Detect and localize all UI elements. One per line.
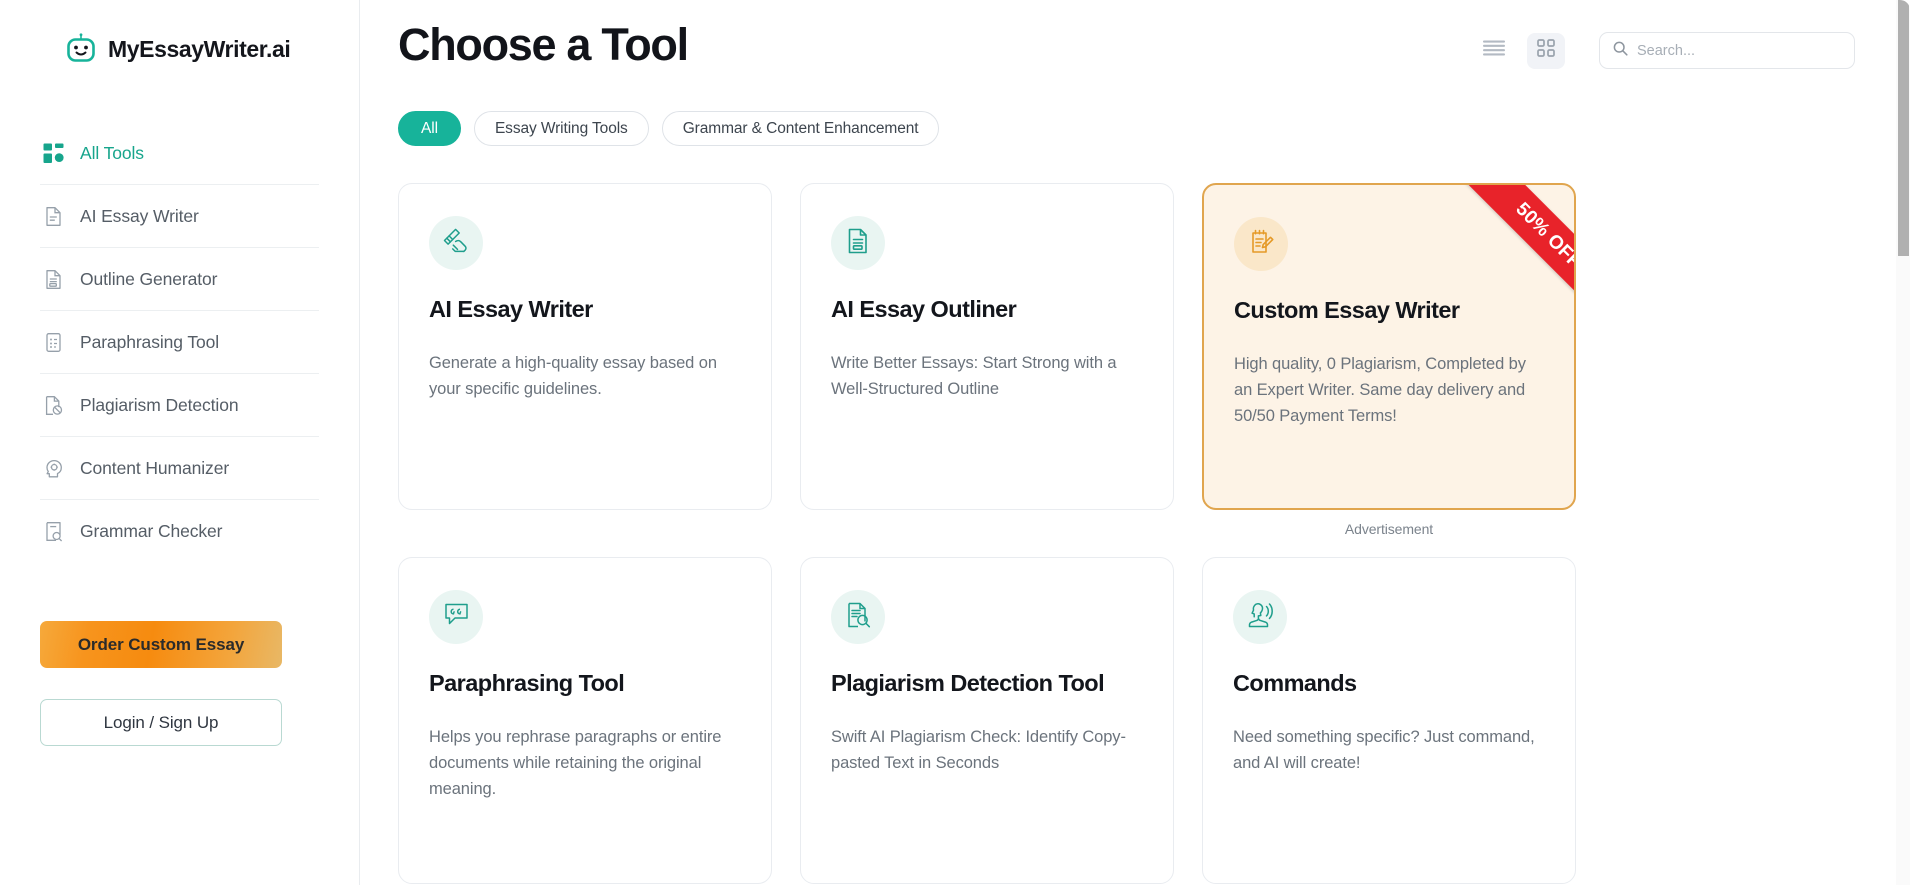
sidebar-item-label: Paraphrasing Tool (80, 331, 220, 352)
ribbon-label: 50% OFF (1511, 198, 1576, 273)
card-title: Custom Essay Writer (1234, 297, 1460, 323)
document-outline-icon (42, 268, 65, 291)
document-outline-icon (844, 227, 872, 260)
sidebar-item-all-tools[interactable]: All Tools (40, 122, 319, 185)
card-slot: AI Essay Outliner Write Better Essays: S… (800, 183, 1174, 537)
app-window: MyEssayWriter.ai All Tools AI Essay Writ… (0, 0, 1910, 885)
speech-bubble-quote-icon (442, 600, 471, 634)
filter-pill-all[interactable]: All (398, 111, 461, 146)
head-gear-icon (42, 457, 65, 480)
card-slot: AI Essay Writer Generate a high-quality … (398, 183, 772, 537)
tool-card-commands[interactable]: Commands Need something specific? Just c… (1202, 557, 1576, 884)
tool-card-ai-essay-writer[interactable]: AI Essay Writer Generate a high-quality … (398, 183, 772, 510)
sidebar: MyEssayWriter.ai All Tools AI Essay Writ… (0, 0, 360, 885)
card-icon-badge (831, 216, 885, 270)
sidebar-item-content-humanizer[interactable]: Content Humanizer (40, 437, 319, 500)
card-slot-advertisement: 50% OFF Custom Essay Writer High quality… (1202, 183, 1576, 537)
card-description: Helps you rephrase paragraphs or entire … (429, 728, 722, 799)
order-custom-essay-button[interactable]: Order Custom Essay (40, 621, 282, 668)
card-icon-badge (1233, 590, 1287, 644)
card-title: Commands (1233, 670, 1357, 696)
card-icon-badge (1234, 217, 1288, 271)
sidebar-item-label: Plagiarism Detection (80, 394, 239, 415)
document-magnifier-icon (844, 601, 872, 634)
notepad-pencil-icon (1247, 228, 1275, 261)
card-description: Swift AI Plagiarism Check: Identify Copy… (831, 728, 1126, 773)
sidebar-item-plagiarism-detection[interactable]: Plagiarism Detection (40, 374, 319, 437)
document-dots-icon (42, 331, 65, 354)
card-icon-badge (831, 590, 885, 644)
scrollbar-thumb[interactable] (1898, 0, 1909, 256)
sidebar-item-label: All Tools (80, 142, 144, 163)
page-scrollbar[interactable] (1896, 0, 1910, 885)
advertisement-label: Advertisement (1344, 521, 1434, 537)
tool-card-custom-essay-writer[interactable]: 50% OFF Custom Essay Writer High quality… (1202, 183, 1576, 510)
login-signup-button[interactable]: Login / Sign Up (40, 699, 282, 746)
person-speaking-icon (1246, 600, 1275, 634)
sidebar-item-label: AI Essay Writer (80, 205, 199, 226)
robot-icon (67, 33, 95, 62)
card-description: Write Better Essays: Start Strong with a… (831, 354, 1117, 399)
card-title: AI Essay Writer (429, 296, 593, 322)
sidebar-cta-group: Order Custom Essay Login / Sign Up (40, 621, 319, 746)
card-icon-badge (429, 590, 483, 644)
search-box[interactable] (1599, 32, 1855, 69)
page-title: Choose a Tool (398, 19, 689, 70)
page-header: Choose a Tool (398, 0, 1855, 72)
card-title: Plagiarism Detection Tool (831, 670, 1105, 696)
card-icon-badge (429, 216, 483, 270)
filter-pill-essay-writing-tools[interactable]: Essay Writing Tools (473, 111, 649, 146)
search-icon (1613, 41, 1628, 61)
filter-pill-grammar-content-enhancement[interactable]: Grammar & Content Enhancement (661, 111, 940, 146)
sidebar-nav: All Tools AI Essay Writer Outline Genera… (40, 122, 319, 563)
header-controls (1475, 18, 1855, 69)
card-title: Paraphrasing Tool (429, 670, 625, 696)
tool-card-paraphrasing-tool[interactable]: Paraphrasing Tool Helps you rephrase par… (398, 557, 772, 884)
card-description: Need something specific? Just command, a… (1233, 728, 1535, 773)
list-view-button[interactable] (1475, 33, 1513, 69)
sidebar-item-ai-essay-writer[interactable]: AI Essay Writer (40, 185, 319, 248)
document-search-icon (42, 520, 65, 543)
tool-card-plagiarism-detection-tool[interactable]: Plagiarism Detection Tool Swift AI Plagi… (800, 557, 1174, 884)
sidebar-item-outline-generator[interactable]: Outline Generator (40, 248, 319, 311)
sidebar-item-grammar-checker[interactable]: Grammar Checker (40, 500, 319, 563)
sidebar-item-paraphrasing-tool[interactable]: Paraphrasing Tool (40, 311, 319, 374)
tool-card-ai-essay-outliner[interactable]: AI Essay Outliner Write Better Essays: S… (800, 183, 1174, 510)
sidebar-item-label: Content Humanizer (80, 457, 230, 478)
document-lines-icon (42, 205, 65, 228)
document-blocked-icon (42, 394, 65, 417)
sidebar-item-label: Outline Generator (80, 268, 218, 289)
grid-view-icon (1537, 39, 1555, 62)
card-title: AI Essay Outliner (831, 296, 1017, 322)
sidebar-item-label: Grammar Checker (80, 521, 223, 541)
search-input[interactable] (1637, 42, 1841, 59)
list-view-icon (1483, 40, 1505, 61)
tool-card-grid: AI Essay Writer Generate a high-quality … (398, 183, 1855, 884)
brand-logo[interactable]: MyEssayWriter.ai (40, 0, 319, 65)
card-slot: Paraphrasing Tool Helps you rephrase par… (398, 557, 772, 884)
card-slot: Commands Need something specific? Just c… (1202, 557, 1576, 884)
card-slot: Plagiarism Detection Tool Swift AI Plagi… (800, 557, 1174, 884)
main-content: Choose a Tool Search... All Essay Writin… (360, 0, 1910, 885)
filter-pill-group: All Essay Writing Tools Grammar & Conten… (398, 111, 1855, 146)
grid-view-button[interactable] (1527, 32, 1565, 69)
hand-writing-pen-icon (441, 226, 471, 261)
card-description: High quality, 0 Plagiarism, Completed by… (1234, 355, 1526, 426)
ribbon-fold-left (1467, 185, 1482, 186)
card-description: Generate a high-quality essay based on y… (429, 354, 717, 399)
brand-name: MyEssayWriter.ai (108, 35, 291, 62)
grid-squares-icon (42, 142, 65, 165)
